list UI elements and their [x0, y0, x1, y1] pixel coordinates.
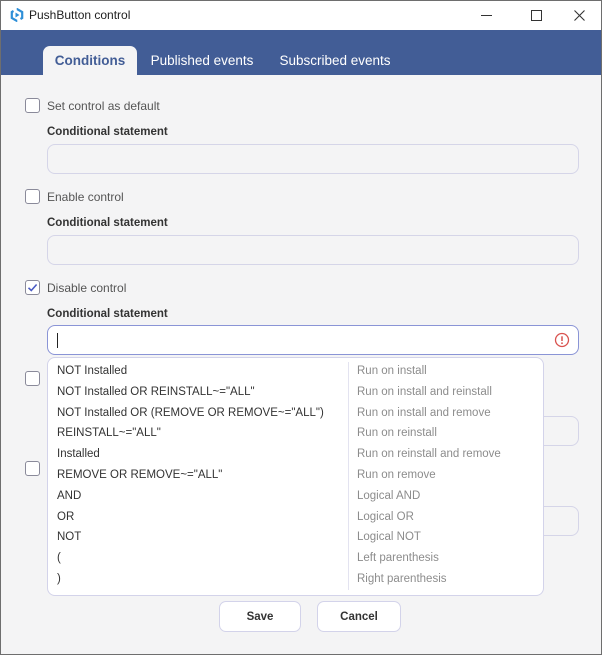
suggestion-description: Run on reinstall [357, 427, 437, 440]
suggestion-item[interactable]: Installed Run on reinstall and remove [48, 445, 543, 466]
suggestion-item[interactable]: NOT Logical NOT [48, 528, 543, 549]
suggestion-item[interactable]: REINSTALL~="ALL" Run on reinstall [48, 424, 543, 445]
dialog-window: PushButton control Conditions Published … [0, 0, 602, 655]
save-button[interactable]: Save [219, 601, 301, 632]
suggestion-description: Right parenthesis [357, 573, 447, 585]
cancel-button[interactable]: Cancel [317, 601, 401, 632]
suggestion-condition: NOT [57, 531, 82, 544]
suggestion-item[interactable]: OR Logical OR [48, 508, 543, 529]
maximize-button[interactable] [513, 1, 559, 30]
minimize-button[interactable] [463, 1, 509, 30]
tab-bar: Conditions Published events Subscribed e… [1, 30, 601, 75]
suggestion-item[interactable]: NOT Installed Run on install [48, 362, 543, 383]
suggestion-item[interactable]: NOT Installed OR REINSTALL~="ALL" Run on … [48, 383, 543, 404]
conditional-statement-label: Conditional statement [47, 126, 168, 138]
enable-control-label: Enable control [47, 190, 124, 204]
suggestion-description: Run on install and remove [357, 406, 491, 419]
suggestion-description: Run on remove [357, 469, 436, 481]
suggestion-description: Run on reinstall and remove [357, 448, 501, 461]
close-button[interactable] [556, 1, 602, 30]
error-icon [554, 332, 570, 348]
suggestion-description: Logical NOT [357, 531, 421, 544]
conditional-statement-label: Conditional statement [47, 308, 168, 320]
suggestion-item[interactable]: REMOVE OR REMOVE~="ALL" Run on remove [48, 466, 543, 487]
tab-conditions[interactable]: Conditions [43, 46, 137, 75]
suggestion-condition: AND [57, 489, 82, 502]
suggestion-description: Logical AND [357, 489, 421, 502]
title-bar: PushButton control [1, 1, 601, 30]
conditional-statement-label: Conditional statement [47, 217, 168, 229]
suggestion-condition: ( [57, 552, 61, 565]
suggestion-description: Run on install and reinstall [357, 385, 492, 398]
window-title: PushButton control [29, 8, 131, 22]
conditions-panel: Set control as default Conditional state… [1, 75, 601, 654]
suggestion-condition: ) [57, 573, 61, 585]
tab-published-events[interactable]: Published events [143, 46, 261, 75]
section-5-checkbox[interactable] [25, 461, 40, 476]
disable-control-checkbox[interactable] [25, 280, 40, 295]
section-4-checkbox[interactable] [25, 371, 40, 386]
suggestion-condition: REINSTALL~="ALL" [57, 427, 161, 440]
disable-control-condition-input[interactable] [47, 325, 579, 355]
suggestion-description: Left parenthesis [357, 552, 439, 565]
set-default-condition-input[interactable] [47, 144, 579, 174]
tab-subscribed-events[interactable]: Subscribed events [271, 46, 399, 75]
suggestion-condition: OR [57, 510, 75, 523]
checkmark-icon [27, 283, 38, 292]
suggestion-description: Run on install [357, 365, 427, 377]
close-icon [573, 10, 585, 21]
app-logo-icon [10, 7, 24, 23]
disable-control-label: Disable control [47, 281, 127, 295]
suggestion-condition: REMOVE OR REMOVE~="ALL" [57, 469, 223, 481]
suggestion-item[interactable]: NOT Installed OR (REMOVE OR REMOVE~="ALL… [48, 404, 543, 425]
set-default-checkbox[interactable] [25, 98, 40, 113]
suggestion-condition: NOT Installed OR REINSTALL~="ALL" [57, 385, 255, 398]
suggestion-item[interactable]: AND Logical AND [48, 487, 543, 508]
condition-suggestions-dropdown: NOT Installed Run on install NOT Installed… [47, 357, 544, 596]
enable-control-checkbox[interactable] [25, 189, 40, 204]
text-caret [57, 333, 58, 348]
suggestion-condition: NOT Installed OR (REMOVE OR REMOVE~="ALL… [57, 406, 324, 419]
enable-control-condition-input[interactable] [47, 235, 579, 265]
minimize-icon [480, 15, 492, 16]
suggestion-item[interactable]: ( Left parenthesis [48, 549, 543, 570]
maximize-icon [530, 10, 542, 21]
suggestion-condition: NOT Installed [57, 365, 128, 377]
suggestion-item[interactable]: ) Right parenthesis [48, 570, 543, 591]
suggestion-description: Logical OR [357, 510, 414, 523]
suggestion-condition: Installed [57, 448, 100, 461]
set-default-label: Set control as default [47, 99, 160, 113]
